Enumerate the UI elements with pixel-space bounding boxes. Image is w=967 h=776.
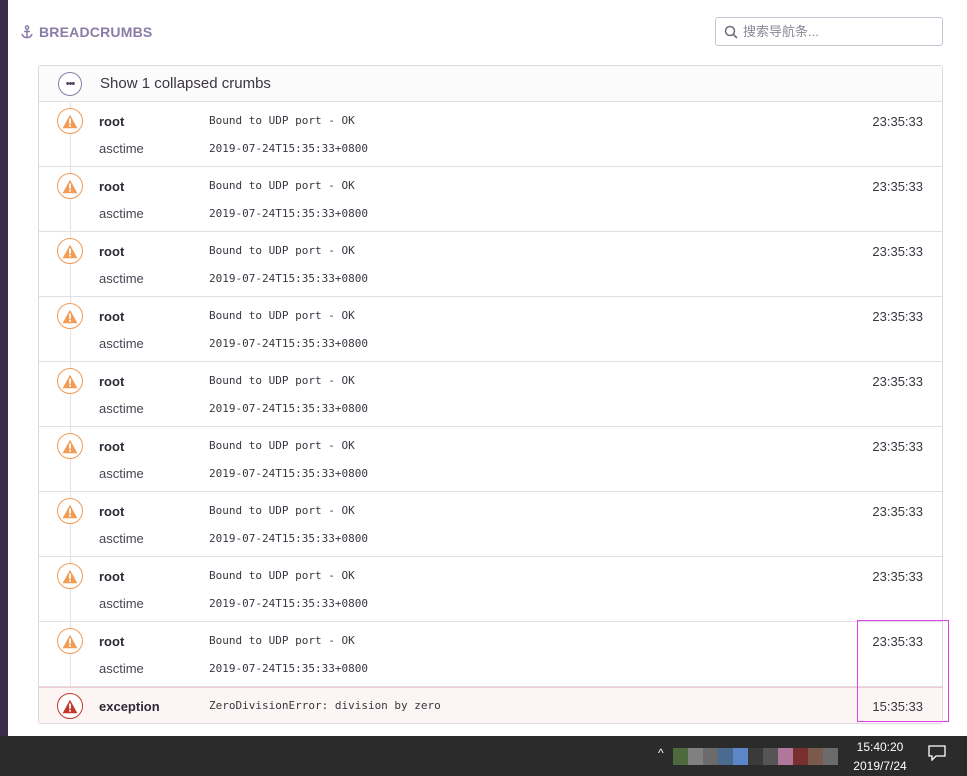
crumb-category: root bbox=[99, 309, 125, 324]
system-tray-icons[interactable] bbox=[673, 748, 838, 765]
crumb-data-value: 2019-07-24T15:35:33+0800 bbox=[209, 597, 368, 610]
breadcrumb-row: root Bound to UDP port - OK asctime 2019-07… bbox=[39, 427, 942, 492]
crumb-data-key: asctime bbox=[99, 466, 144, 481]
crumb-time: 23:35:33 bbox=[872, 374, 923, 389]
breadcrumb-row: root Bound to UDP port - OK asctime 2019-07… bbox=[39, 362, 942, 427]
crumb-data-value: 2019-07-24T15:35:33+0800 bbox=[209, 532, 368, 545]
breadcrumb-row: root Bound to UDP port - OK asctime 2019-07… bbox=[39, 622, 942, 687]
warning-icon bbox=[57, 108, 83, 134]
crumb-message: Bound to UDP port - OK bbox=[209, 634, 355, 647]
crumb-time: 23:35:33 bbox=[872, 439, 923, 454]
crumb-message: Bound to UDP port - OK bbox=[209, 504, 355, 517]
breadcrumb-row: root Bound to UDP port - OK asctime 2019-07… bbox=[39, 102, 942, 167]
clock-time: 15:40:20 bbox=[856, 740, 904, 754]
warning-icon bbox=[57, 238, 83, 264]
crumb-category: root bbox=[99, 569, 125, 584]
crumb-data-key: asctime bbox=[99, 596, 144, 611]
breadcrumb-row: root Bound to UDP port - OK asctime 2019-07… bbox=[39, 492, 942, 557]
warning-icon bbox=[57, 368, 83, 394]
crumb-message: Bound to UDP port - OK bbox=[209, 244, 355, 257]
anchor-icon bbox=[21, 25, 33, 39]
crumb-time: 23:35:33 bbox=[872, 504, 923, 519]
crumb-message: Bound to UDP port - OK bbox=[209, 309, 355, 322]
breadcrumb-search[interactable] bbox=[715, 17, 943, 46]
crumb-time: 23:35:33 bbox=[872, 114, 923, 129]
warning-icon bbox=[57, 433, 83, 459]
crumb-data-value: 2019-07-24T15:35:33+0800 bbox=[209, 467, 368, 480]
exception-crumb: exception ZeroDivisionError: division by… bbox=[39, 687, 942, 723]
crumb-message: Bound to UDP port - OK bbox=[209, 439, 355, 452]
crumb-data-value: 2019-07-24T15:35:33+0800 bbox=[209, 402, 368, 415]
crumb-time: 23:35:33 bbox=[872, 634, 923, 649]
crumb-category: root bbox=[99, 244, 125, 259]
app-sidebar-edge bbox=[0, 0, 8, 736]
chevron-up-icon[interactable]: ^ bbox=[658, 746, 664, 760]
breadcrumb-list: ••• Show 1 collapsed crumbs root Bound to… bbox=[38, 65, 943, 724]
tray-app-icon[interactable] bbox=[763, 748, 778, 765]
tray-app-icon[interactable] bbox=[778, 748, 793, 765]
crumb-data-key: asctime bbox=[99, 141, 144, 156]
ellipsis-icon: ••• bbox=[58, 72, 82, 96]
warning-icon bbox=[57, 628, 83, 654]
search-icon bbox=[724, 25, 738, 39]
crumb-time: 23:35:33 bbox=[872, 309, 923, 324]
crumb-message: Bound to UDP port - OK bbox=[209, 179, 355, 192]
crumb-message: ZeroDivisionError: division by zero bbox=[209, 699, 441, 712]
collapsed-label: Show 1 collapsed crumbs bbox=[100, 75, 271, 92]
search-input[interactable] bbox=[743, 24, 933, 39]
crumb-category: root bbox=[99, 374, 125, 389]
crumb-category: exception bbox=[99, 699, 160, 714]
tray-app-icon[interactable] bbox=[688, 748, 703, 765]
crumb-category: root bbox=[99, 504, 125, 519]
crumb-time: 23:35:33 bbox=[872, 179, 923, 194]
crumb-data-key: asctime bbox=[99, 401, 144, 416]
tray-app-icon[interactable] bbox=[748, 748, 763, 765]
crumb-data-value: 2019-07-24T15:35:33+0800 bbox=[209, 207, 368, 220]
crumb-data-value: 2019-07-24T15:35:33+0800 bbox=[209, 337, 368, 350]
crumb-time: 23:35:33 bbox=[872, 244, 923, 259]
tray-app-icon[interactable] bbox=[703, 748, 718, 765]
crumb-message: Bound to UDP port - OK bbox=[209, 569, 355, 582]
crumb-data-key: asctime bbox=[99, 206, 144, 221]
show-collapsed-button[interactable]: ••• Show 1 collapsed crumbs bbox=[39, 66, 942, 102]
crumb-data-key: asctime bbox=[99, 661, 144, 676]
crumb-message: Bound to UDP port - OK bbox=[209, 374, 355, 387]
breadcrumb-row: root Bound to UDP port - OK asctime 2019-07… bbox=[39, 232, 942, 297]
breadcrumb-row: root Bound to UDP port - OK asctime 2019-07… bbox=[39, 297, 942, 362]
crumb-data-value: 2019-07-24T15:35:33+0800 bbox=[209, 662, 368, 675]
crumb-time: 23:35:33 bbox=[872, 569, 923, 584]
crumb-category: root bbox=[99, 179, 125, 194]
tray-app-icon[interactable] bbox=[793, 748, 808, 765]
section-header: BREADCRUMBS bbox=[20, 18, 152, 46]
crumb-data-value: 2019-07-24T15:35:33+0800 bbox=[209, 272, 368, 285]
warning-icon bbox=[57, 303, 83, 329]
crumb-message: Bound to UDP port - OK bbox=[209, 114, 355, 127]
crumb-data-value: 2019-07-24T15:35:33+0800 bbox=[209, 142, 368, 155]
tray-app-icon[interactable] bbox=[823, 748, 838, 765]
warning-icon bbox=[57, 563, 83, 589]
crumb-category: root bbox=[99, 114, 125, 129]
crumb-category: root bbox=[99, 634, 125, 649]
warning-icon bbox=[57, 498, 83, 524]
tray-app-icon[interactable] bbox=[718, 748, 733, 765]
crumb-data-key: asctime bbox=[99, 271, 144, 286]
notification-icon[interactable] bbox=[928, 745, 946, 761]
crumb-data-key: asctime bbox=[99, 336, 144, 351]
tray-app-icon[interactable] bbox=[808, 748, 823, 765]
section-title: BREADCRUMBS bbox=[39, 24, 153, 40]
crumb-time: 15:35:33 bbox=[872, 699, 923, 714]
warning-icon bbox=[57, 173, 83, 199]
error-icon bbox=[57, 693, 83, 719]
taskbar-clock[interactable]: 15:40:20 2019/7/24 bbox=[846, 738, 914, 776]
breadcrumb-row: root Bound to UDP port - OK asctime 2019-07… bbox=[39, 167, 942, 232]
crumb-data-key: asctime bbox=[99, 531, 144, 546]
crumb-category: root bbox=[99, 439, 125, 454]
breadcrumbs-section: BREADCRUMBS ••• Show 1 collapsed crumbs … bbox=[8, 0, 967, 736]
clock-date: 2019/7/24 bbox=[853, 759, 907, 773]
tray-app-icon[interactable] bbox=[673, 748, 688, 765]
breadcrumb-row: root Bound to UDP port - OK asctime 2019-07… bbox=[39, 557, 942, 622]
tray-app-icon[interactable] bbox=[733, 748, 748, 765]
